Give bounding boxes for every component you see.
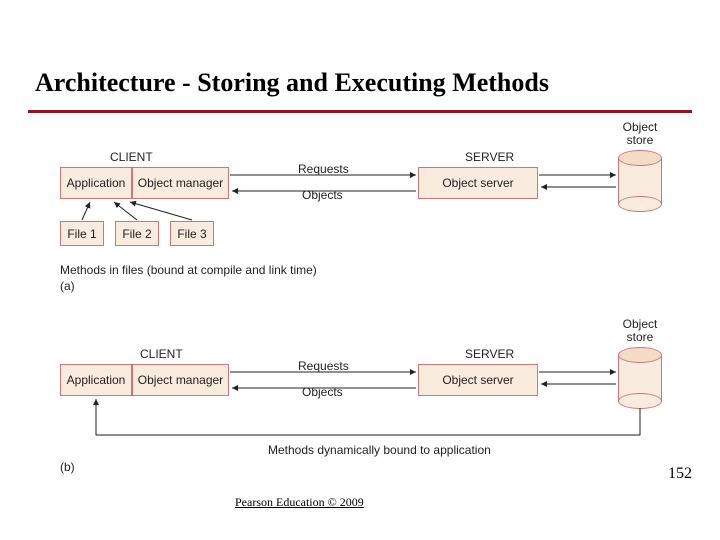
object-manager-box-a: Object manager <box>132 167 229 199</box>
object-server-box-a: Object server <box>418 167 538 199</box>
server-label-b: SERVER <box>465 347 514 361</box>
client-label-a: CLIENT <box>110 150 153 164</box>
title-underline <box>28 110 692 113</box>
file3-box: File 3 <box>170 221 214 246</box>
client-label-b: CLIENT <box>140 347 183 361</box>
objects-label-a: Objects <box>302 188 343 202</box>
application-box-b: Application <box>60 364 132 396</box>
tag-a: (a) <box>60 279 75 293</box>
object-store-label-a: Object store <box>614 121 666 147</box>
tag-b: (b) <box>60 460 75 474</box>
file1-box: File 1 <box>60 221 104 246</box>
object-store-cylinder-b <box>618 347 660 407</box>
caption-b: Methods dynamically bound to application <box>268 443 491 457</box>
page-title: Architecture - Storing and Executing Met… <box>35 68 549 98</box>
objects-label-b: Objects <box>302 385 343 399</box>
object-manager-box-b: Object manager <box>132 364 229 396</box>
diagram-area: CLIENT SERVER Application Object manager… <box>40 125 690 470</box>
server-label-a: SERVER <box>465 150 514 164</box>
requests-label-a: Requests <box>298 162 349 176</box>
object-store-cylinder-a <box>618 150 660 210</box>
page-number: 152 <box>668 465 692 483</box>
object-server-box-b: Object server <box>418 364 538 396</box>
requests-label-b: Requests <box>298 359 349 373</box>
application-box-a: Application <box>60 167 132 199</box>
slide: Architecture - Storing and Executing Met… <box>0 0 720 540</box>
caption-a: Methods in files (bound at compile and l… <box>60 263 317 277</box>
footer-credit: Pearson Education © 2009 <box>235 495 364 510</box>
file2-box: File 2 <box>115 221 159 246</box>
object-store-label-b: Object store <box>614 318 666 344</box>
